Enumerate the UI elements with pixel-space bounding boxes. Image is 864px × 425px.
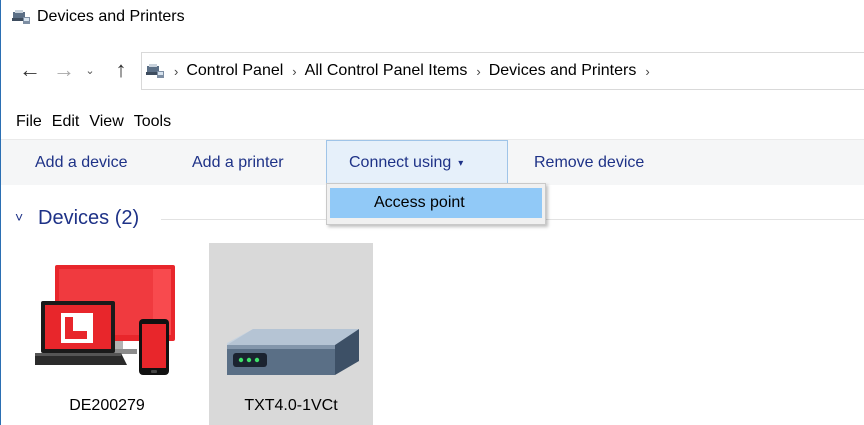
navigation-row: ← → ⌄ ↑ › Control Panel › All Control Pa… [1, 52, 864, 92]
chevron-down-icon: ⌄ [85, 64, 95, 77]
connect-using-button[interactable]: Connect using ▾ [326, 140, 508, 186]
back-button[interactable]: ← [17, 56, 43, 84]
breadcrumb-control-panel[interactable]: Control Panel [186, 62, 283, 80]
recent-locations-button[interactable]: ⌄ [81, 56, 99, 84]
title-bar: Devices and Printers [1, 0, 864, 34]
add-printer-button[interactable]: Add a printer [182, 140, 294, 186]
computer-devices-icon [35, 265, 175, 375]
breadcrumb-all-control-panel-items[interactable]: All Control Panel Items [305, 62, 468, 80]
menu-tools[interactable]: Tools [134, 113, 171, 131]
access-point-menu-item[interactable]: Access point [330, 188, 542, 218]
device-name: TXT4.0-1VCt [244, 397, 338, 414]
menu-bar: File Edit View Tools [1, 110, 864, 134]
window-title: Devices and Printers [37, 8, 185, 25]
up-button[interactable]: ↑ [108, 56, 134, 84]
breadcrumb-separator-icon[interactable]: › [292, 64, 296, 79]
breadcrumb-separator-icon[interactable]: › [174, 64, 178, 79]
remove-device-button[interactable]: Remove device [524, 140, 654, 186]
menu-file[interactable]: File [16, 113, 42, 131]
forward-arrow-icon: → [53, 57, 75, 82]
address-bar[interactable]: › Control Panel › All Control Panel Item… [141, 52, 864, 90]
group-title: Devices (2) [38, 207, 140, 229]
devices-and-printers-icon [12, 10, 30, 24]
devices-and-printers-window: Devices and Printers ← → ⌄ ↑ › Control P… [0, 0, 864, 425]
command-bar: Add a device Add a printer Connect using… [1, 139, 864, 186]
breadcrumb-devices-and-printers[interactable]: Devices and Printers [489, 62, 637, 80]
dropdown-caret-icon: ▾ [458, 157, 464, 169]
add-device-button[interactable]: Add a device [25, 140, 138, 186]
up-arrow-icon: ↑ [115, 57, 127, 82]
breadcrumb-separator-icon[interactable]: › [645, 64, 649, 79]
router-icon [227, 329, 359, 375]
connect-using-label: Connect using [349, 154, 452, 171]
device-name: DE200279 [69, 397, 145, 414]
breadcrumb-separator-icon[interactable]: › [476, 64, 480, 79]
connect-using-dropdown: Access point [326, 183, 546, 225]
add-printer-label: Add a printer [192, 154, 284, 171]
back-arrow-icon: ← [19, 57, 41, 82]
menu-edit[interactable]: Edit [52, 113, 80, 131]
device-tile-selected[interactable]: TXT4.0-1VCt [209, 243, 373, 425]
collapse-chevron-icon[interactable]: ˅ [15, 209, 23, 225]
menu-view[interactable]: View [89, 113, 123, 131]
devices-and-printers-icon [146, 64, 164, 78]
remove-device-label: Remove device [534, 154, 645, 171]
add-device-label: Add a device [35, 154, 128, 171]
device-tile[interactable]: DE200279 [25, 243, 189, 425]
forward-button[interactable]: → [51, 56, 77, 84]
